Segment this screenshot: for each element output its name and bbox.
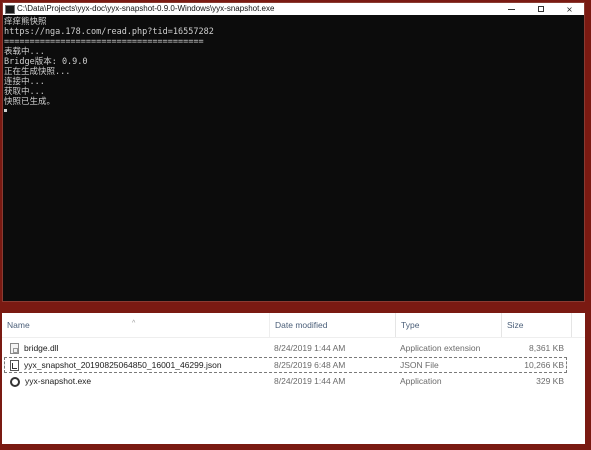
column-header-name[interactable]: Name ^ (2, 313, 270, 337)
console-line: 连接中... (4, 77, 45, 87)
exe-file-icon (10, 376, 20, 387)
file-date: 8/24/2019 1:44 AM (274, 376, 346, 386)
maximize-button[interactable] (526, 3, 555, 15)
file-name-cell: yyx_snapshot_20190825064850_16001_46299.… (10, 358, 222, 373)
file-explorer-list: Name ^ Date modified Type Size bridge.dl… (2, 313, 585, 444)
file-row[interactable]: bridge.dll 8/24/2019 1:44 AM Application… (4, 341, 567, 356)
console-line: 表载中... (4, 47, 45, 57)
close-button[interactable]: × (555, 3, 584, 15)
column-header-type-label: Type (401, 320, 420, 330)
file-type: Application extension (400, 343, 481, 353)
window-controls: × (497, 3, 584, 15)
sort-ascending-icon: ^ (132, 320, 136, 327)
json-file-icon (10, 360, 19, 371)
minimize-icon (508, 8, 515, 10)
console-titlebar[interactable]: C:\Data\Projects\yyx-doc\yyx-snapshot-0.… (3, 3, 584, 15)
file-date: 8/24/2019 1:44 AM (274, 343, 346, 353)
column-header-type[interactable]: Type (396, 313, 502, 337)
file-name-cell: yyx-snapshot.exe (10, 374, 91, 389)
console-line: 快照已生成。 (4, 97, 56, 107)
column-header-date[interactable]: Date modified (270, 313, 396, 337)
console-line: Bridge版本: 0.9.0 (4, 57, 88, 67)
column-header-row: Name ^ Date modified Type Size (2, 313, 585, 338)
console-line: https://nga.178.com/read.php?tid=1655728… (4, 27, 214, 37)
minimize-button[interactable] (497, 3, 526, 15)
column-header-name-label: Name (7, 320, 30, 330)
column-header-size[interactable]: Size (502, 313, 572, 337)
file-size: 329 KB (536, 376, 564, 386)
file-row-focused[interactable]: yyx_snapshot_20190825064850_16001_46299.… (4, 357, 567, 373)
file-date: 8/25/2019 6:48 AM (274, 360, 346, 370)
file-size: 10,266 KB (524, 360, 564, 370)
console-cursor (4, 109, 7, 112)
console-line: 痒痒熊快照 (4, 17, 47, 27)
console-window[interactable]: C:\Data\Projects\yyx-doc\yyx-snapshot-0.… (2, 2, 585, 302)
dll-file-icon (10, 343, 19, 354)
close-icon: × (566, 4, 573, 14)
maximize-icon (537, 6, 544, 12)
file-name: yyx_snapshot_20190825064850_16001_46299.… (24, 360, 222, 370)
console-line: 正在生成快照... (4, 67, 71, 77)
file-name: yyx-snapshot.exe (25, 376, 92, 386)
console-title: C:\Data\Projects\yyx-doc\yyx-snapshot-0.… (17, 4, 275, 13)
column-header-size-label: Size (507, 320, 524, 330)
console-output[interactable]: 痒痒熊快照 https://nga.178.com/read.php?tid=1… (3, 15, 584, 301)
file-type: Application (400, 376, 442, 386)
file-size: 8,361 KB (529, 343, 564, 353)
file-row[interactable]: yyx-snapshot.exe 8/24/2019 1:44 AM Appli… (4, 374, 567, 389)
file-name: bridge.dll (24, 343, 59, 353)
console-line: ======================================= (4, 37, 204, 47)
file-type: JSON File (400, 360, 439, 370)
column-header-date-label: Date modified (275, 320, 328, 330)
file-name-cell: bridge.dll (10, 341, 59, 356)
console-app-icon (5, 4, 15, 14)
console-line: 获取中... (4, 87, 45, 97)
